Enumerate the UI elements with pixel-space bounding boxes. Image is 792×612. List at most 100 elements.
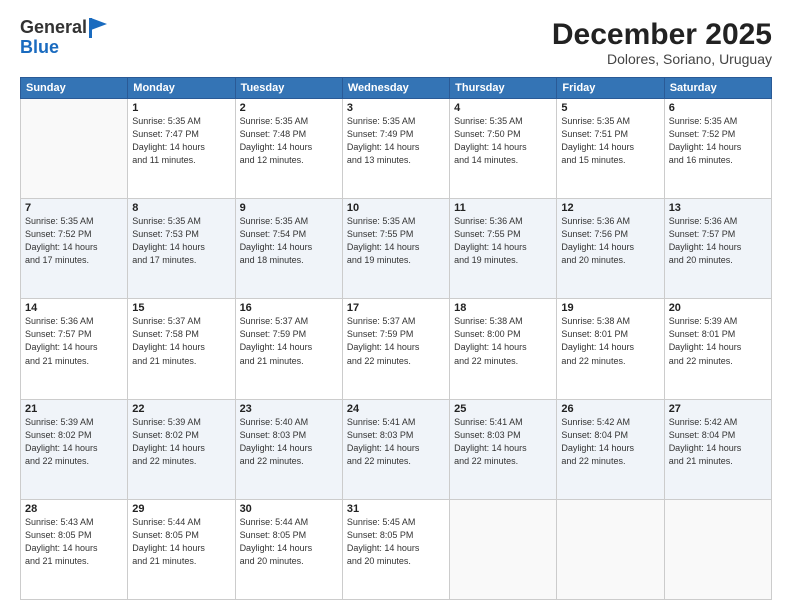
day-info: Sunrise: 5:35 AM Sunset: 7:48 PM Dayligh… bbox=[240, 115, 338, 167]
day-number: 5 bbox=[561, 102, 659, 114]
logo-blue: Blue bbox=[20, 38, 107, 58]
calendar-cell: 25Sunrise: 5:41 AM Sunset: 8:03 PM Dayli… bbox=[450, 399, 557, 499]
col-header-monday: Monday bbox=[128, 78, 235, 99]
day-info: Sunrise: 5:35 AM Sunset: 7:54 PM Dayligh… bbox=[240, 215, 338, 267]
day-number: 13 bbox=[669, 202, 767, 214]
calendar-cell: 11Sunrise: 5:36 AM Sunset: 7:55 PM Dayli… bbox=[450, 199, 557, 299]
day-info: Sunrise: 5:36 AM Sunset: 7:57 PM Dayligh… bbox=[25, 315, 123, 367]
day-number: 19 bbox=[561, 302, 659, 314]
day-info: Sunrise: 5:39 AM Sunset: 8:02 PM Dayligh… bbox=[25, 416, 123, 468]
day-info: Sunrise: 5:36 AM Sunset: 7:55 PM Dayligh… bbox=[454, 215, 552, 267]
calendar-week-1: 1Sunrise: 5:35 AM Sunset: 7:47 PM Daylig… bbox=[21, 99, 772, 199]
day-number: 15 bbox=[132, 302, 230, 314]
day-info: Sunrise: 5:38 AM Sunset: 8:01 PM Dayligh… bbox=[561, 315, 659, 367]
day-number: 7 bbox=[25, 202, 123, 214]
day-number: 31 bbox=[347, 503, 445, 515]
day-number: 1 bbox=[132, 102, 230, 114]
day-number: 30 bbox=[240, 503, 338, 515]
day-number: 17 bbox=[347, 302, 445, 314]
calendar-cell: 18Sunrise: 5:38 AM Sunset: 8:00 PM Dayli… bbox=[450, 299, 557, 399]
day-number: 12 bbox=[561, 202, 659, 214]
calendar-cell: 2Sunrise: 5:35 AM Sunset: 7:48 PM Daylig… bbox=[235, 99, 342, 199]
day-number: 20 bbox=[669, 302, 767, 314]
day-info: Sunrise: 5:41 AM Sunset: 8:03 PM Dayligh… bbox=[454, 416, 552, 468]
day-number: 28 bbox=[25, 503, 123, 515]
calendar-cell: 21Sunrise: 5:39 AM Sunset: 8:02 PM Dayli… bbox=[21, 399, 128, 499]
calendar-cell: 27Sunrise: 5:42 AM Sunset: 8:04 PM Dayli… bbox=[664, 399, 771, 499]
title-block: December 2025 Dolores, Soriano, Uruguay bbox=[552, 18, 772, 67]
calendar-cell: 20Sunrise: 5:39 AM Sunset: 8:01 PM Dayli… bbox=[664, 299, 771, 399]
calendar-cell: 6Sunrise: 5:35 AM Sunset: 7:52 PM Daylig… bbox=[664, 99, 771, 199]
day-info: Sunrise: 5:44 AM Sunset: 8:05 PM Dayligh… bbox=[240, 516, 338, 568]
calendar-cell: 19Sunrise: 5:38 AM Sunset: 8:01 PM Dayli… bbox=[557, 299, 664, 399]
calendar-week-2: 7Sunrise: 5:35 AM Sunset: 7:52 PM Daylig… bbox=[21, 199, 772, 299]
day-number: 26 bbox=[561, 403, 659, 415]
calendar-cell: 5Sunrise: 5:35 AM Sunset: 7:51 PM Daylig… bbox=[557, 99, 664, 199]
day-number: 27 bbox=[669, 403, 767, 415]
day-number: 11 bbox=[454, 202, 552, 214]
day-number: 9 bbox=[240, 202, 338, 214]
month-title: December 2025 bbox=[552, 18, 772, 51]
calendar-cell: 31Sunrise: 5:45 AM Sunset: 8:05 PM Dayli… bbox=[342, 499, 449, 599]
day-info: Sunrise: 5:40 AM Sunset: 8:03 PM Dayligh… bbox=[240, 416, 338, 468]
calendar-cell bbox=[557, 499, 664, 599]
calendar-cell: 28Sunrise: 5:43 AM Sunset: 8:05 PM Dayli… bbox=[21, 499, 128, 599]
calendar-header-row: SundayMondayTuesdayWednesdayThursdayFrid… bbox=[21, 78, 772, 99]
calendar-cell: 10Sunrise: 5:35 AM Sunset: 7:55 PM Dayli… bbox=[342, 199, 449, 299]
day-info: Sunrise: 5:44 AM Sunset: 8:05 PM Dayligh… bbox=[132, 516, 230, 568]
calendar-cell: 4Sunrise: 5:35 AM Sunset: 7:50 PM Daylig… bbox=[450, 99, 557, 199]
logo-icon bbox=[89, 18, 107, 38]
day-number: 23 bbox=[240, 403, 338, 415]
day-info: Sunrise: 5:35 AM Sunset: 7:49 PM Dayligh… bbox=[347, 115, 445, 167]
calendar-cell: 3Sunrise: 5:35 AM Sunset: 7:49 PM Daylig… bbox=[342, 99, 449, 199]
day-info: Sunrise: 5:35 AM Sunset: 7:55 PM Dayligh… bbox=[347, 215, 445, 267]
day-info: Sunrise: 5:35 AM Sunset: 7:47 PM Dayligh… bbox=[132, 115, 230, 167]
day-info: Sunrise: 5:39 AM Sunset: 8:01 PM Dayligh… bbox=[669, 315, 767, 367]
day-info: Sunrise: 5:38 AM Sunset: 8:00 PM Dayligh… bbox=[454, 315, 552, 367]
calendar-cell: 24Sunrise: 5:41 AM Sunset: 8:03 PM Dayli… bbox=[342, 399, 449, 499]
col-header-sunday: Sunday bbox=[21, 78, 128, 99]
day-number: 3 bbox=[347, 102, 445, 114]
day-info: Sunrise: 5:41 AM Sunset: 8:03 PM Dayligh… bbox=[347, 416, 445, 468]
calendar-cell: 13Sunrise: 5:36 AM Sunset: 7:57 PM Dayli… bbox=[664, 199, 771, 299]
day-number: 22 bbox=[132, 403, 230, 415]
day-number: 2 bbox=[240, 102, 338, 114]
day-number: 8 bbox=[132, 202, 230, 214]
day-number: 21 bbox=[25, 403, 123, 415]
calendar-cell: 7Sunrise: 5:35 AM Sunset: 7:52 PM Daylig… bbox=[21, 199, 128, 299]
day-info: Sunrise: 5:37 AM Sunset: 7:59 PM Dayligh… bbox=[347, 315, 445, 367]
day-info: Sunrise: 5:42 AM Sunset: 8:04 PM Dayligh… bbox=[669, 416, 767, 468]
day-info: Sunrise: 5:35 AM Sunset: 7:52 PM Dayligh… bbox=[669, 115, 767, 167]
calendar-cell: 15Sunrise: 5:37 AM Sunset: 7:58 PM Dayli… bbox=[128, 299, 235, 399]
day-number: 4 bbox=[454, 102, 552, 114]
calendar-cell: 23Sunrise: 5:40 AM Sunset: 8:03 PM Dayli… bbox=[235, 399, 342, 499]
calendar-cell: 9Sunrise: 5:35 AM Sunset: 7:54 PM Daylig… bbox=[235, 199, 342, 299]
col-header-tuesday: Tuesday bbox=[235, 78, 342, 99]
header: General Blue December 2025 Dolores, Sori… bbox=[20, 18, 772, 67]
col-header-saturday: Saturday bbox=[664, 78, 771, 99]
day-info: Sunrise: 5:35 AM Sunset: 7:53 PM Dayligh… bbox=[132, 215, 230, 267]
day-number: 10 bbox=[347, 202, 445, 214]
day-number: 14 bbox=[25, 302, 123, 314]
day-info: Sunrise: 5:42 AM Sunset: 8:04 PM Dayligh… bbox=[561, 416, 659, 468]
day-info: Sunrise: 5:37 AM Sunset: 7:59 PM Dayligh… bbox=[240, 315, 338, 367]
calendar-cell bbox=[450, 499, 557, 599]
calendar-week-4: 21Sunrise: 5:39 AM Sunset: 8:02 PM Dayli… bbox=[21, 399, 772, 499]
calendar-cell: 8Sunrise: 5:35 AM Sunset: 7:53 PM Daylig… bbox=[128, 199, 235, 299]
calendar-cell bbox=[664, 499, 771, 599]
day-info: Sunrise: 5:35 AM Sunset: 7:50 PM Dayligh… bbox=[454, 115, 552, 167]
calendar-cell: 12Sunrise: 5:36 AM Sunset: 7:56 PM Dayli… bbox=[557, 199, 664, 299]
calendar-cell: 26Sunrise: 5:42 AM Sunset: 8:04 PM Dayli… bbox=[557, 399, 664, 499]
day-info: Sunrise: 5:36 AM Sunset: 7:57 PM Dayligh… bbox=[669, 215, 767, 267]
calendar-cell: 22Sunrise: 5:39 AM Sunset: 8:02 PM Dayli… bbox=[128, 399, 235, 499]
calendar-week-3: 14Sunrise: 5:36 AM Sunset: 7:57 PM Dayli… bbox=[21, 299, 772, 399]
calendar-cell: 17Sunrise: 5:37 AM Sunset: 7:59 PM Dayli… bbox=[342, 299, 449, 399]
day-number: 6 bbox=[669, 102, 767, 114]
day-number: 18 bbox=[454, 302, 552, 314]
logo: General Blue bbox=[20, 18, 107, 58]
calendar-cell: 29Sunrise: 5:44 AM Sunset: 8:05 PM Dayli… bbox=[128, 499, 235, 599]
day-info: Sunrise: 5:43 AM Sunset: 8:05 PM Dayligh… bbox=[25, 516, 123, 568]
calendar-cell: 30Sunrise: 5:44 AM Sunset: 8:05 PM Dayli… bbox=[235, 499, 342, 599]
calendar-cell: 16Sunrise: 5:37 AM Sunset: 7:59 PM Dayli… bbox=[235, 299, 342, 399]
calendar-cell: 14Sunrise: 5:36 AM Sunset: 7:57 PM Dayli… bbox=[21, 299, 128, 399]
